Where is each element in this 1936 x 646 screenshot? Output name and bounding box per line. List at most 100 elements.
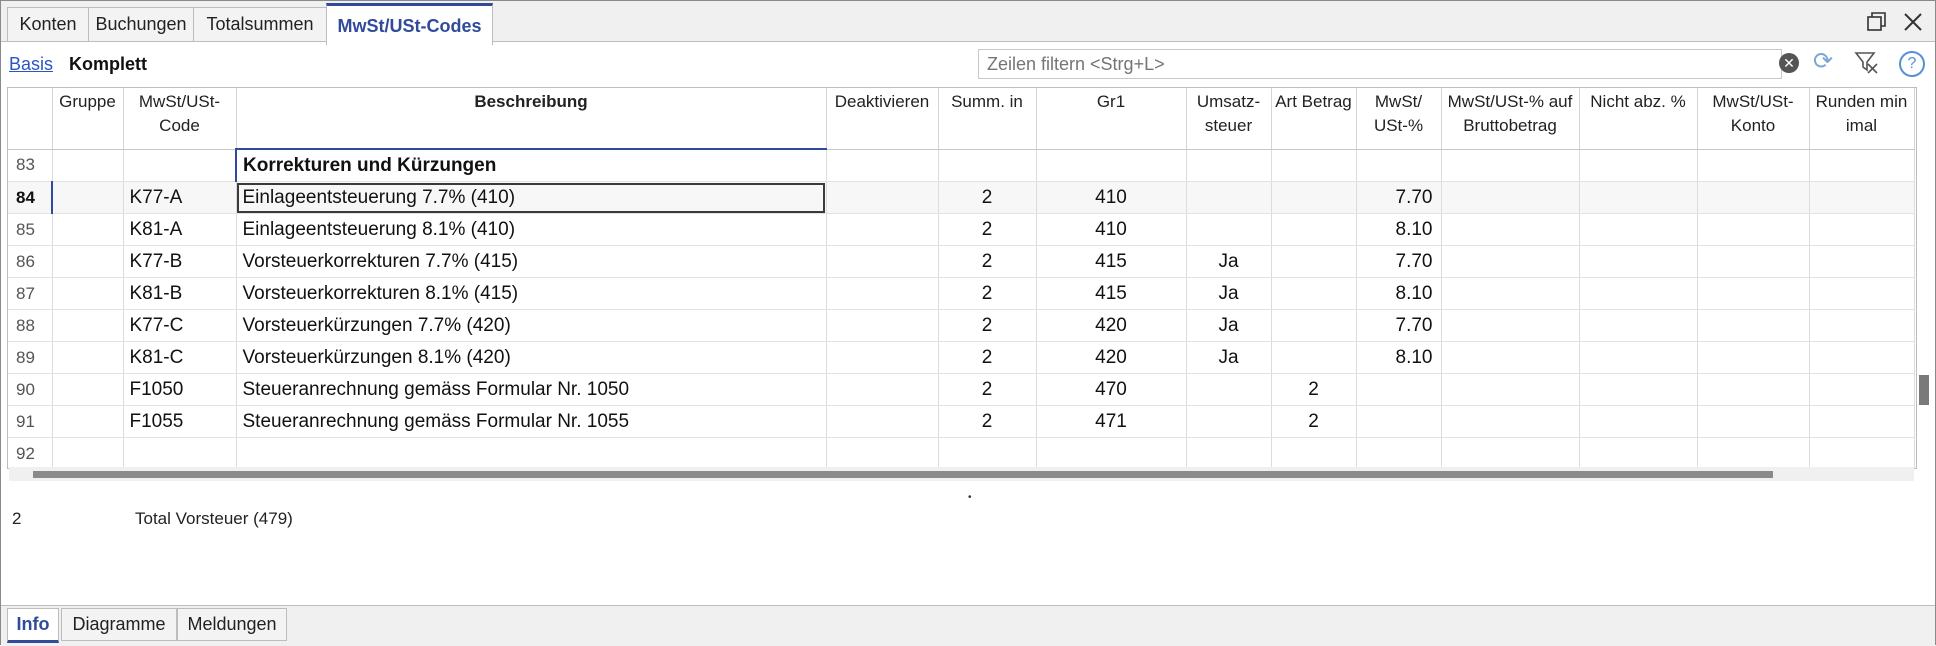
cell-gr1[interactable]: 470 bbox=[1036, 373, 1187, 406]
cell-code[interactable]: K81-A bbox=[123, 213, 237, 246]
cell-gruppe[interactable] bbox=[52, 213, 124, 246]
cell-deaktivieren[interactable] bbox=[826, 277, 939, 310]
header-code[interactable]: MwSt/USt- Code bbox=[123, 88, 237, 150]
cell-code[interactable]: K77-B bbox=[123, 245, 237, 278]
header-runden[interactable]: Runden min imal bbox=[1809, 88, 1915, 150]
cell-summ-in[interactable] bbox=[938, 149, 1037, 182]
cell-code[interactable]: K77-C bbox=[123, 309, 237, 342]
cell-nicht-abz[interactable] bbox=[1579, 181, 1698, 214]
cell-mwst-pct[interactable] bbox=[1356, 149, 1442, 182]
header-summ-in[interactable]: Summ. in bbox=[938, 88, 1037, 150]
cell-gruppe[interactable] bbox=[52, 373, 124, 406]
header-gr1[interactable]: Gr1 bbox=[1036, 88, 1187, 150]
cell-deaktivieren[interactable] bbox=[826, 149, 939, 182]
cell-gruppe[interactable] bbox=[52, 149, 124, 182]
cell-brutto[interactable] bbox=[1441, 181, 1580, 214]
cell-gr1[interactable]: 415 bbox=[1036, 277, 1187, 310]
cell-runden[interactable] bbox=[1809, 309, 1915, 342]
row-number[interactable]: 83 bbox=[8, 149, 53, 182]
cell-umsatzsteuer[interactable]: Ja bbox=[1186, 277, 1272, 310]
cell-gruppe[interactable] bbox=[51, 181, 124, 214]
cell-umsatzsteuer[interactable] bbox=[1186, 405, 1272, 438]
table-row[interactable]: 85 K81-A Einlageentsteuerung 8.1% (410) … bbox=[8, 213, 1915, 246]
cell-art-betrag[interactable] bbox=[1271, 437, 1357, 468]
cell-mwst-pct[interactable] bbox=[1356, 405, 1442, 438]
cell-konto[interactable] bbox=[1697, 277, 1810, 310]
cell-nicht-abz[interactable] bbox=[1579, 437, 1698, 468]
cell-nicht-abz[interactable] bbox=[1579, 149, 1698, 182]
cell-beschreibung[interactable]: Vorsteuerkürzungen 7.7% (420) bbox=[236, 309, 827, 342]
cell-summ-in[interactable] bbox=[938, 437, 1037, 468]
cell-runden[interactable] bbox=[1809, 373, 1915, 406]
row-number[interactable]: 87 bbox=[8, 277, 53, 310]
cell-deaktivieren[interactable] bbox=[826, 245, 939, 278]
table-row[interactable]: 88 K77-C Vorsteuerkürzungen 7.7% (420) 2… bbox=[8, 309, 1915, 342]
cell-gr1[interactable]: 410 bbox=[1036, 181, 1187, 214]
cell-code[interactable]: F1055 bbox=[123, 405, 237, 438]
cell-summ-in[interactable]: 2 bbox=[938, 405, 1037, 438]
cell-nicht-abz[interactable] bbox=[1579, 213, 1698, 246]
cell-art-betrag[interactable] bbox=[1271, 245, 1357, 278]
cell-nicht-abz[interactable] bbox=[1579, 309, 1698, 342]
cell-umsatzsteuer[interactable] bbox=[1186, 149, 1272, 182]
cell-konto[interactable] bbox=[1697, 341, 1810, 374]
cell-art-betrag[interactable] bbox=[1271, 181, 1357, 214]
cell-brutto[interactable] bbox=[1441, 277, 1580, 310]
cell-mwst-pct[interactable]: 8.10 bbox=[1356, 213, 1442, 246]
tab-info[interactable]: Info bbox=[7, 608, 59, 643]
row-number[interactable]: 90 bbox=[8, 373, 53, 406]
header-art-betrag[interactable]: Art Betrag bbox=[1271, 88, 1357, 150]
table-row[interactable]: 89 K81-C Vorsteuerkürzungen 8.1% (420) 2… bbox=[8, 341, 1915, 374]
cell-summ-in[interactable]: 2 bbox=[938, 245, 1037, 278]
cell-gr1[interactable]: 420 bbox=[1036, 341, 1187, 374]
cell-brutto[interactable] bbox=[1441, 341, 1580, 374]
cell-brutto[interactable] bbox=[1441, 309, 1580, 342]
cell-deaktivieren[interactable] bbox=[826, 405, 939, 438]
cell-deaktivieren[interactable] bbox=[826, 341, 939, 374]
row-number[interactable]: 84 bbox=[8, 181, 53, 214]
refresh-icon[interactable]: ⟳ bbox=[1813, 47, 1833, 76]
cell-konto[interactable] bbox=[1697, 373, 1810, 406]
cell-art-betrag[interactable] bbox=[1271, 341, 1357, 374]
cell-summ-in[interactable]: 2 bbox=[938, 341, 1037, 374]
cell-konto[interactable] bbox=[1697, 245, 1810, 278]
cell-beschreibung[interactable] bbox=[236, 437, 827, 468]
vertical-scroll-thumb[interactable] bbox=[1919, 375, 1929, 405]
cell-summ-in[interactable]: 2 bbox=[938, 277, 1037, 310]
table-row[interactable]: 83 Korrekturen und Kürzungen bbox=[8, 149, 1915, 182]
cell-gr1[interactable] bbox=[1036, 437, 1187, 468]
cell-art-betrag[interactable] bbox=[1271, 149, 1357, 182]
row-filter-input[interactable] bbox=[979, 50, 1729, 79]
cell-brutto[interactable] bbox=[1441, 245, 1580, 278]
cell-beschreibung[interactable]: Korrekturen und Kürzungen bbox=[235, 149, 827, 182]
table-row[interactable]: 90 F1050 Steueranrechnung gemäss Formula… bbox=[8, 373, 1915, 406]
cell-gruppe[interactable] bbox=[52, 405, 124, 438]
cell-code[interactable]: K81-C bbox=[123, 341, 237, 374]
header-umsatzsteuer[interactable]: Umsatz-steuer bbox=[1186, 88, 1272, 150]
cell-umsatzsteuer[interactable] bbox=[1186, 437, 1272, 468]
cell-deaktivieren[interactable] bbox=[826, 213, 939, 246]
header-gruppe[interactable]: Gruppe bbox=[52, 88, 124, 150]
cell-deaktivieren[interactable] bbox=[826, 437, 939, 468]
close-icon[interactable] bbox=[1901, 11, 1925, 35]
cell-nicht-abz[interactable] bbox=[1579, 341, 1698, 374]
tab-meldungen[interactable]: Meldungen bbox=[177, 608, 287, 641]
cell-konto[interactable] bbox=[1697, 437, 1810, 468]
cell-summ-in[interactable]: 2 bbox=[938, 309, 1037, 342]
row-number[interactable]: 91 bbox=[8, 405, 53, 438]
cell-gr1[interactable]: 471 bbox=[1036, 405, 1187, 438]
cell-gruppe[interactable] bbox=[52, 245, 124, 278]
table-row-selected[interactable]: 84 K77-A Einlageentsteuerung 7.7% (410) … bbox=[8, 181, 1915, 214]
header-mwst-pct[interactable]: MwSt/USt-% bbox=[1356, 88, 1442, 150]
cell-runden[interactable] bbox=[1809, 437, 1915, 468]
horizontal-scrollbar[interactable] bbox=[9, 467, 1914, 481]
tab-totalsummen[interactable]: Totalsummen bbox=[193, 7, 327, 41]
cell-nicht-abz[interactable] bbox=[1579, 245, 1698, 278]
table-row[interactable]: 92 bbox=[8, 437, 1915, 468]
cell-code[interactable] bbox=[123, 437, 237, 468]
row-number[interactable]: 89 bbox=[8, 341, 53, 374]
cell-mwst-pct[interactable]: 8.10 bbox=[1356, 341, 1442, 374]
cell-art-betrag[interactable] bbox=[1271, 213, 1357, 246]
cell-brutto[interactable] bbox=[1441, 149, 1580, 182]
cell-mwst-pct[interactable]: 7.70 bbox=[1356, 245, 1442, 278]
